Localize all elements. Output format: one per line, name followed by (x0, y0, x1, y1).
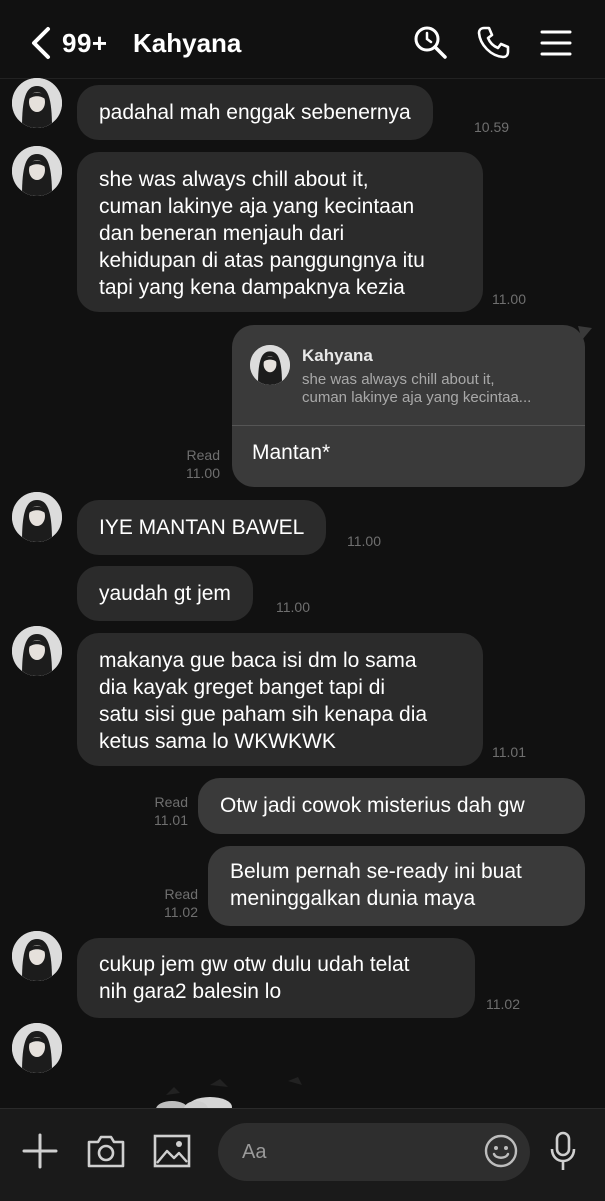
unread-count[interactable]: 99+ (62, 28, 108, 59)
quoted-avatar (250, 345, 290, 385)
read-status: Read (164, 886, 198, 902)
message-line: tapi yang kena dampaknya kezia (99, 276, 405, 299)
outgoing-message[interactable]: Belum pernah se-ready ini buat meninggal… (208, 846, 585, 926)
quoted-sender: Kahyana (302, 346, 373, 365)
message-line: cuman lakinye aja yang kecintaan (99, 195, 415, 218)
message-time: 11.02 (164, 904, 198, 920)
message-line: dan beneran menjauh dari (99, 222, 345, 245)
message-time: 10.59 (474, 119, 510, 135)
incoming-message[interactable]: padahal mah enggak sebenernya (77, 85, 433, 140)
microphone-icon[interactable] (548, 1131, 578, 1173)
composer-bar (0, 1108, 605, 1201)
hamburger-menu-icon[interactable] (538, 24, 574, 60)
message-line: kehidupan di atas panggungnya itu (99, 249, 425, 272)
message-text: IYE MANTAN BAWEL (99, 516, 305, 539)
avatar[interactable] (12, 626, 62, 676)
chat-title[interactable]: Kahyana (133, 28, 241, 59)
read-status: Read (186, 447, 220, 463)
message-text: Mantan* (252, 441, 331, 464)
avatar[interactable] (12, 931, 62, 981)
plus-icon[interactable] (22, 1133, 58, 1169)
camera-icon[interactable] (86, 1133, 126, 1169)
message-line: nih gara2 balesin lo (99, 980, 282, 1003)
chat-header: 99+ Kahyana (0, 0, 605, 79)
incoming-message[interactable]: yaudah gt jem (77, 566, 253, 621)
message-line: dia kayak greget banget tapi di (99, 676, 386, 699)
quoted-message[interactable]: Kahyana she was always chill about it, c… (232, 325, 585, 426)
smiley-icon[interactable] (484, 1134, 518, 1168)
avatar[interactable] (12, 146, 62, 196)
message-text: Otw jadi cowok misterius dah gw (220, 794, 525, 817)
message-line: cukup jem gw otw dulu udah telat (99, 953, 410, 976)
avatar[interactable] (12, 492, 62, 542)
incoming-message[interactable]: she was always chill about it, cuman lak… (77, 152, 483, 312)
incoming-message[interactable]: cukup jem gw otw dulu udah telat nih gar… (77, 938, 475, 1018)
message-time: 11.01 (154, 812, 188, 828)
message-line: ketus sama lo WKWKWK (99, 730, 336, 753)
image-icon[interactable] (153, 1134, 191, 1168)
quoted-text-line: she was always chill about it, (302, 371, 495, 388)
message-time: 11.00 (186, 465, 220, 481)
chevron-left-icon[interactable] (28, 26, 54, 60)
message-line: makanya gue baca isi dm lo sama (99, 649, 417, 672)
message-line: Belum pernah se-ready ini buat (230, 860, 522, 883)
search-icon[interactable] (412, 24, 448, 60)
message-line: she was always chill about it, (99, 168, 369, 191)
sticker-image[interactable] (150, 1075, 330, 1109)
outgoing-reply-message[interactable]: Kahyana she was always chill about it, c… (232, 325, 585, 487)
avatar[interactable] (12, 78, 62, 128)
message-text: yaudah gt jem (99, 582, 231, 605)
message-time: 11.00 (347, 533, 381, 549)
read-status: Read (154, 794, 188, 810)
outgoing-message[interactable]: Otw jadi cowok misterius dah gw (198, 778, 585, 834)
message-line: satu sisi gue paham sih kenapa dia (99, 703, 428, 726)
incoming-message[interactable]: IYE MANTAN BAWEL (77, 500, 327, 555)
incoming-message[interactable]: makanya gue baca isi dm lo sama dia kaya… (77, 633, 483, 766)
message-time: 11.02 (486, 996, 520, 1012)
message-text: padahal mah enggak sebenernya (99, 101, 411, 124)
message-time: 11.01 (492, 744, 526, 760)
phone-icon[interactable] (476, 24, 512, 60)
message-time: 11.00 (276, 599, 310, 615)
avatar[interactable] (12, 1023, 62, 1073)
quoted-text-line: cuman lakinye aja yang kecintaa... (302, 389, 532, 406)
message-line: meninggalkan dunia maya (230, 887, 476, 910)
bubble-tail (578, 326, 592, 340)
message-time: 11.00 (492, 291, 526, 307)
